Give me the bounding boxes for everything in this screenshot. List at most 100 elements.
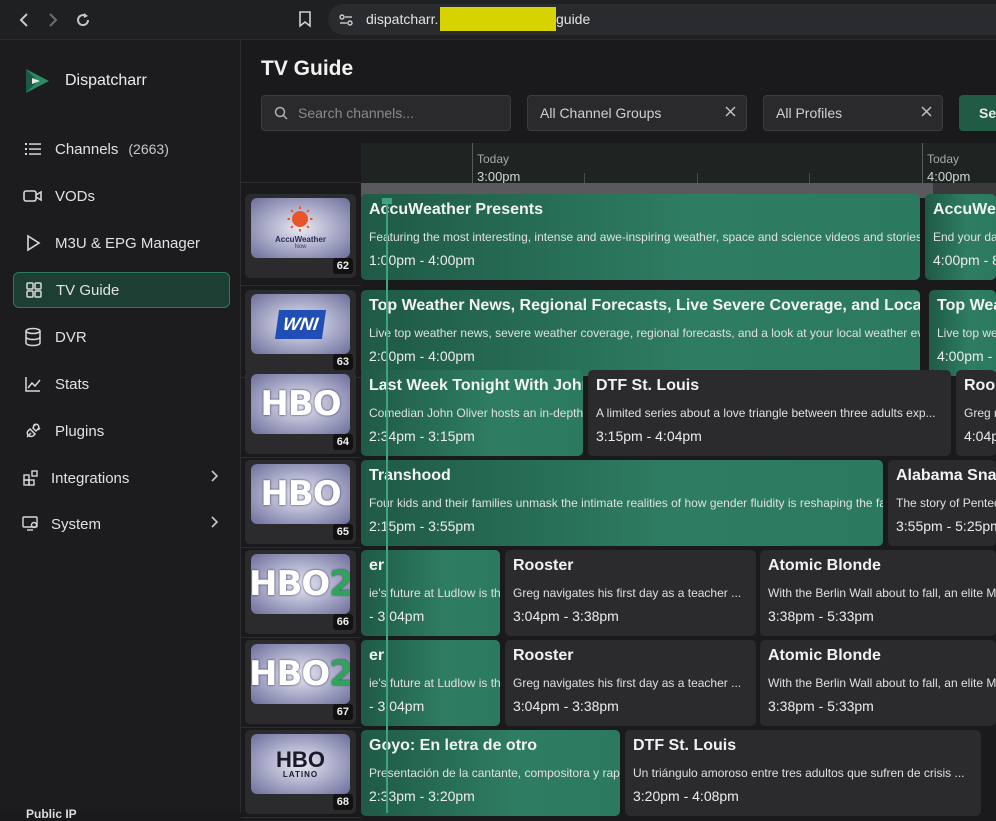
- reload-icon[interactable]: [71, 8, 95, 32]
- program-time: - 3:04pm: [369, 608, 425, 624]
- program-title: Alabama Sna: [896, 467, 996, 484]
- integrations-icon: [21, 468, 41, 488]
- logo-text-2: 2: [329, 564, 350, 604]
- channel-logo-cell[interactable]: HBO 2 67: [245, 640, 356, 724]
- main-content: TV Guide Search channels... All Channel …: [241, 40, 996, 818]
- search-channels-field[interactable]: Search channels...: [261, 95, 511, 131]
- video-camera-icon: [23, 186, 43, 206]
- channel-logo-cell[interactable]: HBO 65: [245, 460, 356, 544]
- sidebar-item-integrations[interactable]: Integrations: [13, 460, 230, 496]
- channel-row: HBO LATINO 68 Goyo: En letra de otro Present…: [241, 728, 996, 818]
- channel-count: (2663): [128, 141, 169, 157]
- program-block[interactable]: Rooster Greg navigates his first day as a…: [505, 640, 756, 726]
- sidebar-item-channels[interactable]: Channels (2663): [13, 131, 230, 167]
- program-description: Un triángulo amoroso entre tres adultos …: [633, 766, 965, 780]
- logo-subtext: LATINO: [282, 770, 319, 779]
- address-bar[interactable]: dispatcharr. guide: [328, 4, 996, 35]
- profile-select[interactable]: All Profiles: [763, 95, 943, 131]
- channel-group-select[interactable]: All Channel Groups: [527, 95, 747, 131]
- sidebar-item-label: Stats: [55, 375, 90, 393]
- sidebar-item-stats[interactable]: Stats: [13, 366, 230, 402]
- channel-row: HBO 2 66 er ie's future at Ludlow is thr... -…: [241, 548, 996, 638]
- site-info-icon[interactable]: [338, 12, 354, 33]
- sidebar-item-label: System: [51, 515, 102, 533]
- bookmark-icon[interactable]: [298, 10, 312, 33]
- program-title: Rooster: [513, 647, 574, 664]
- channel-number: 66: [332, 614, 353, 630]
- program-title: Roos: [964, 377, 996, 394]
- program-block[interactable]: Top Wea Live top wea 4:00pm - 6: [929, 290, 996, 376]
- channel-number: 65: [332, 524, 353, 540]
- channel-logo: HBO LATINO: [251, 734, 350, 794]
- program-description: Presentación de la cantante, compositora…: [369, 766, 620, 780]
- program-block[interactable]: Transhood Four kids and their families un…: [361, 460, 883, 546]
- sidebar-item-vods[interactable]: VODs: [13, 178, 230, 214]
- program-time: 3:55pm - 5:25pm: [896, 518, 996, 534]
- database-icon: [23, 327, 43, 347]
- program-block[interactable]: AccuWe End your da 4:00pm - 8: [925, 194, 996, 280]
- channel-logo-cell[interactable]: HBO 64: [245, 370, 356, 454]
- timeline-day-label: Today: [927, 152, 960, 166]
- channel-number: 64: [332, 434, 353, 450]
- logo-subtext: Now: [294, 244, 307, 250]
- program-block[interactable]: Rooster Greg navigates his first day as a…: [505, 550, 756, 636]
- program-block[interactable]: Atomic Blonde With the Berlin Wall about …: [760, 550, 996, 636]
- brand[interactable]: Dispatcharr: [24, 66, 147, 96]
- program-block[interactable]: Alabama Sna The story of Pented 3:55pm - 5…: [888, 460, 996, 546]
- program-block[interactable]: er ie's future at Ludlow is thr... - 3:04p…: [361, 640, 500, 726]
- timeline-hour-tick: [922, 143, 923, 183]
- program-block[interactable]: Goyo: En letra de otro Presentación de la…: [361, 730, 620, 816]
- program-time: 4:00pm - 6: [937, 348, 996, 364]
- program-time: 2:33pm - 3:20pm: [369, 788, 475, 804]
- timeline-hour-tick: [472, 143, 473, 183]
- sidebar-item-plugins[interactable]: Plugins: [13, 413, 230, 449]
- logo-text: HBO: [276, 747, 325, 772]
- sidebar-item-m3u-epg[interactable]: M3U & EPG Manager: [13, 225, 230, 261]
- sidebar-item-tv-guide[interactable]: TV Guide: [13, 272, 230, 308]
- channel-row: WNI 63 Top Weather News, Regional Forecast…: [241, 288, 996, 378]
- clear-icon[interactable]: [921, 104, 932, 121]
- timeline-minor-tick: [809, 173, 810, 183]
- logo-text: HBO: [251, 654, 330, 694]
- program-block[interactable]: DTF St. Louis A limited series about a lo…: [588, 370, 951, 456]
- back-icon[interactable]: [12, 8, 36, 32]
- sidebar-item-label: Channels: [55, 140, 119, 158]
- program-title: er: [369, 647, 385, 664]
- channel-logo-cell[interactable]: WNI 63: [245, 290, 356, 374]
- sidebar-item-system[interactable]: System: [13, 506, 230, 542]
- channel-row: HBO 64 Last Week Tonight With John Comedian…: [241, 368, 996, 458]
- program-block[interactable]: AccuWeather Presents Featuring the most i…: [361, 194, 920, 280]
- channel-logo-cell[interactable]: HBO LATINO 68: [245, 730, 356, 814]
- sidebar-item-label: TV Guide: [56, 281, 120, 299]
- now-line: [386, 198, 388, 813]
- program-block[interactable]: Top Weather News, Regional Forecasts, Li…: [361, 290, 920, 376]
- timeline-minor-tick: [697, 173, 698, 183]
- program-time: 2:34pm - 3:15pm: [369, 428, 475, 444]
- row-divider: [241, 817, 361, 818]
- logo-text-2: 2: [329, 654, 350, 694]
- play-icon: [23, 233, 43, 253]
- channel-logo-cell[interactable]: AccuWeather Now 62: [245, 194, 356, 278]
- channel-logo-cell[interactable]: HBO 2 66: [245, 550, 356, 634]
- channel-row: HBO 65 Transhood Four kids and their famili…: [241, 458, 996, 548]
- program-time: 1:00pm - 4:00pm: [369, 252, 475, 268]
- program-time: 3:15pm - 4:04pm: [596, 428, 702, 444]
- program-description: With the Berlin Wall about to fall, an e…: [768, 676, 996, 690]
- program-description: End your da: [933, 230, 996, 244]
- forward-icon[interactable]: [41, 8, 65, 32]
- program-block[interactable]: Atomic Blonde With the Berlin Wall about …: [760, 640, 996, 726]
- program-title: DTF St. Louis: [596, 377, 700, 394]
- program-block[interactable]: DTF St. Louis Un triángulo amoroso entre …: [625, 730, 981, 816]
- program-title: DTF St. Louis: [633, 737, 737, 754]
- program-block[interactable]: Last Week Tonight With John Comedian John…: [361, 370, 583, 456]
- sidebar: Dispatcharr Channels (2663) VODs M3U & E…: [0, 40, 241, 821]
- clear-icon[interactable]: [725, 104, 736, 121]
- sidebar-item-label: VODs: [55, 187, 96, 205]
- channel-row: AccuWeather Now 62 AccuWeather Presents Feat…: [241, 194, 996, 286]
- sidebar-item-dvr[interactable]: DVR: [13, 319, 230, 355]
- program-block[interactable]: Roos Greg n 4:04p: [956, 370, 996, 456]
- timeline-header[interactable]: Today 3:00pm Today 4:00pm: [361, 143, 996, 184]
- program-description: ie's future at Ludlow is thr...: [369, 586, 500, 600]
- search-button[interactable]: Se: [959, 95, 996, 131]
- program-block[interactable]: er ie's future at Ludlow is thr... - 3:04p…: [361, 550, 500, 636]
